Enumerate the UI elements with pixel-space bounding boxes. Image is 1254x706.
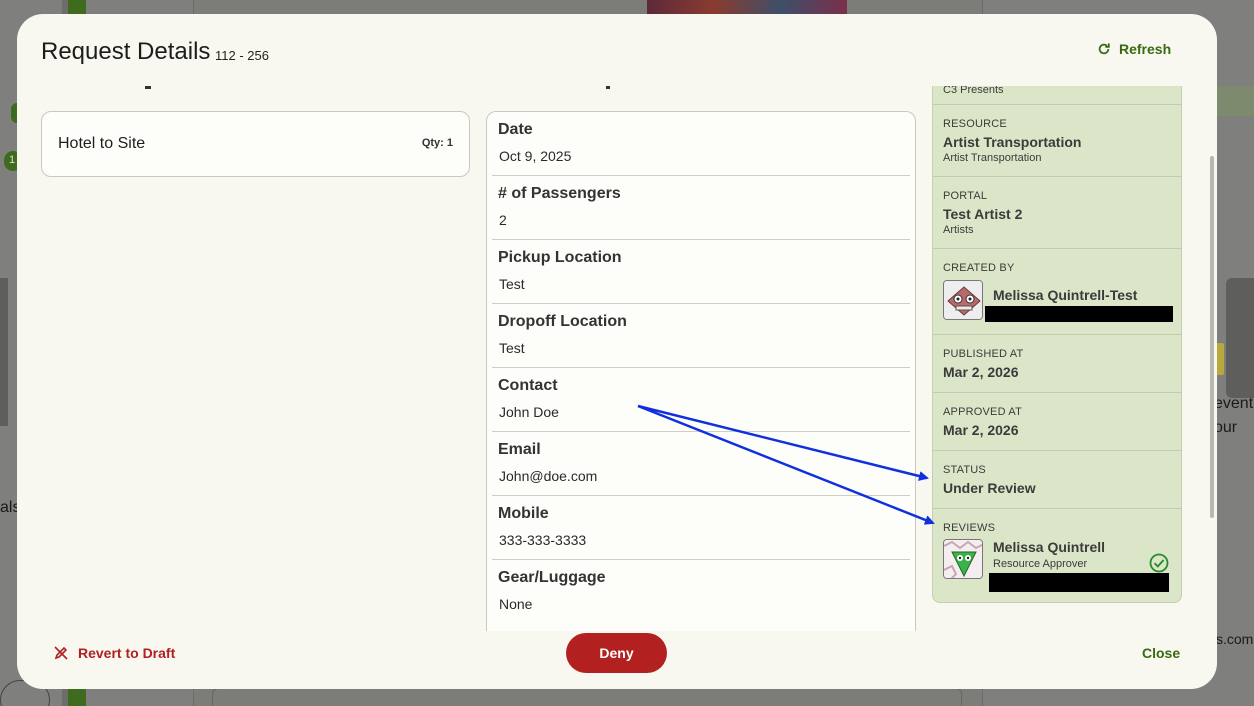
portal-name: Test Artist 2 [943, 206, 1023, 222]
info-published-at: PUBLISHED AT Mar 2, 2026 [933, 335, 1181, 393]
field-pickup-location: Pickup Location Test [492, 240, 910, 304]
background-text-right-2: our [1214, 419, 1238, 436]
reviews-caption: REVIEWS [943, 522, 996, 534]
reviewer-role: Resource Approver [993, 558, 1088, 570]
field-label: Date [498, 121, 533, 138]
deny-button[interactable]: Deny [566, 633, 667, 673]
resource-name: Artist Transportation [943, 134, 1082, 150]
item-name: Hotel to Site [58, 135, 146, 152]
reviewer-name: Melissa Quintrell [993, 539, 1106, 555]
creator-avatar-image [944, 281, 982, 319]
field-mobile: Mobile 333-333-3333 [492, 496, 910, 560]
status-caption: STATUS [943, 464, 986, 476]
status-value: Under Review [943, 480, 1036, 496]
field-value: Test [499, 340, 525, 356]
reviewer-avatar [943, 539, 983, 579]
item-quantity: Qty: 1 [421, 137, 453, 149]
created-by-caption: CREATED BY [943, 262, 1015, 274]
info-organization: C3 Presents [933, 86, 1181, 105]
reviewer-avatar-image [944, 540, 982, 578]
item-card[interactable]: Hotel to Site Qty: 1 [41, 111, 470, 177]
info-created-by: CREATED BY Melissa Quintrell-Test [933, 249, 1181, 335]
field-label: Email [498, 441, 541, 458]
background-count-text: 1 [9, 154, 16, 166]
redacted-block [985, 306, 1173, 322]
published-date: Mar 2, 2026 [943, 364, 1019, 380]
field-date: Date Oct 9, 2025 [492, 112, 910, 176]
field-label: Contact [498, 377, 558, 394]
background-right-band [1216, 86, 1254, 116]
approved-caption: APPROVED AT [943, 406, 1023, 418]
portal-caption: PORTAL [943, 190, 988, 202]
field-value: Test [499, 276, 525, 292]
organization-name: C3 Presents [943, 86, 1004, 96]
field-email: Email John@doe.com [492, 432, 910, 496]
published-caption: PUBLISHED AT [943, 348, 1024, 360]
field-label: # of Passengers [498, 185, 621, 202]
field-value: 2 [499, 212, 507, 228]
background-right-card [1226, 278, 1254, 398]
refresh-label: Refresh [1119, 41, 1172, 57]
field-value: John@doe.com [499, 468, 598, 484]
request-info-panel: C3 Presents RESOURCE Artist Transportati… [932, 86, 1182, 603]
info-portal: PORTAL Test Artist 2 Artists [933, 177, 1181, 249]
field-value: Oct 9, 2025 [499, 148, 572, 164]
background-yellow-tag [1216, 343, 1224, 375]
field-value: None [499, 596, 533, 612]
modal-scrollbar[interactable] [1210, 156, 1214, 518]
modal-title: Request Details [41, 38, 211, 65]
creator-avatar [943, 280, 983, 320]
approved-date: Mar 2, 2026 [943, 422, 1019, 438]
background-left-card [0, 278, 8, 426]
request-fields: Date Oct 9, 2025 # of Passengers 2 Picku… [486, 111, 916, 631]
portal-type: Artists [943, 224, 974, 236]
request-details-modal: Request Details 112 - 256 Refresh Hotel … [17, 14, 1217, 689]
redacted-block [989, 573, 1169, 592]
field-dropoff-location: Dropoff Location Test [492, 304, 910, 368]
info-status: STATUS Under Review [933, 451, 1181, 509]
creator-name: Melissa Quintrell-Test [993, 287, 1138, 303]
info-resource: RESOURCE Artist Transportation Artist Tr… [933, 105, 1181, 177]
field-value: John Doe [499, 404, 559, 420]
background-poster-image [647, 0, 847, 14]
approved-check-icon [1149, 553, 1169, 573]
info-approved-at: APPROVED AT Mar 2, 2026 [933, 393, 1181, 451]
refresh-icon [1098, 43, 1110, 55]
info-reviews: REVIEWS Melissa Quintrell Resource Appro… [933, 509, 1181, 601]
close-button[interactable]: Close [1142, 645, 1180, 661]
field-passengers: # of Passengers 2 [492, 176, 910, 240]
modal-header: Request Details 112 - 256 Refresh [17, 14, 1217, 86]
background-text-right-1: event [1214, 395, 1254, 412]
clipped-section-headings [145, 86, 610, 89]
field-gear-luggage: Gear/Luggage None [492, 560, 910, 624]
field-label: Gear/Luggage [498, 569, 606, 586]
background-text-right-3: s.com [1216, 631, 1254, 647]
field-contact: Contact John Doe [492, 368, 910, 432]
request-id: 112 - 256 [215, 48, 269, 63]
field-label: Mobile [498, 505, 549, 522]
resource-type: Artist Transportation [943, 152, 1042, 164]
revert-label: Revert to Draft [78, 645, 176, 661]
refresh-button[interactable]: Refresh [1097, 41, 1171, 57]
pencil-off-icon [54, 646, 68, 660]
field-label: Pickup Location [498, 249, 622, 266]
field-value: 333-333-3333 [499, 532, 587, 548]
revert-to-draft-button[interactable]: Revert to Draft [53, 645, 175, 661]
background-input [212, 688, 962, 706]
resource-caption: RESOURCE [943, 118, 1007, 130]
field-label: Dropoff Location [498, 313, 627, 330]
